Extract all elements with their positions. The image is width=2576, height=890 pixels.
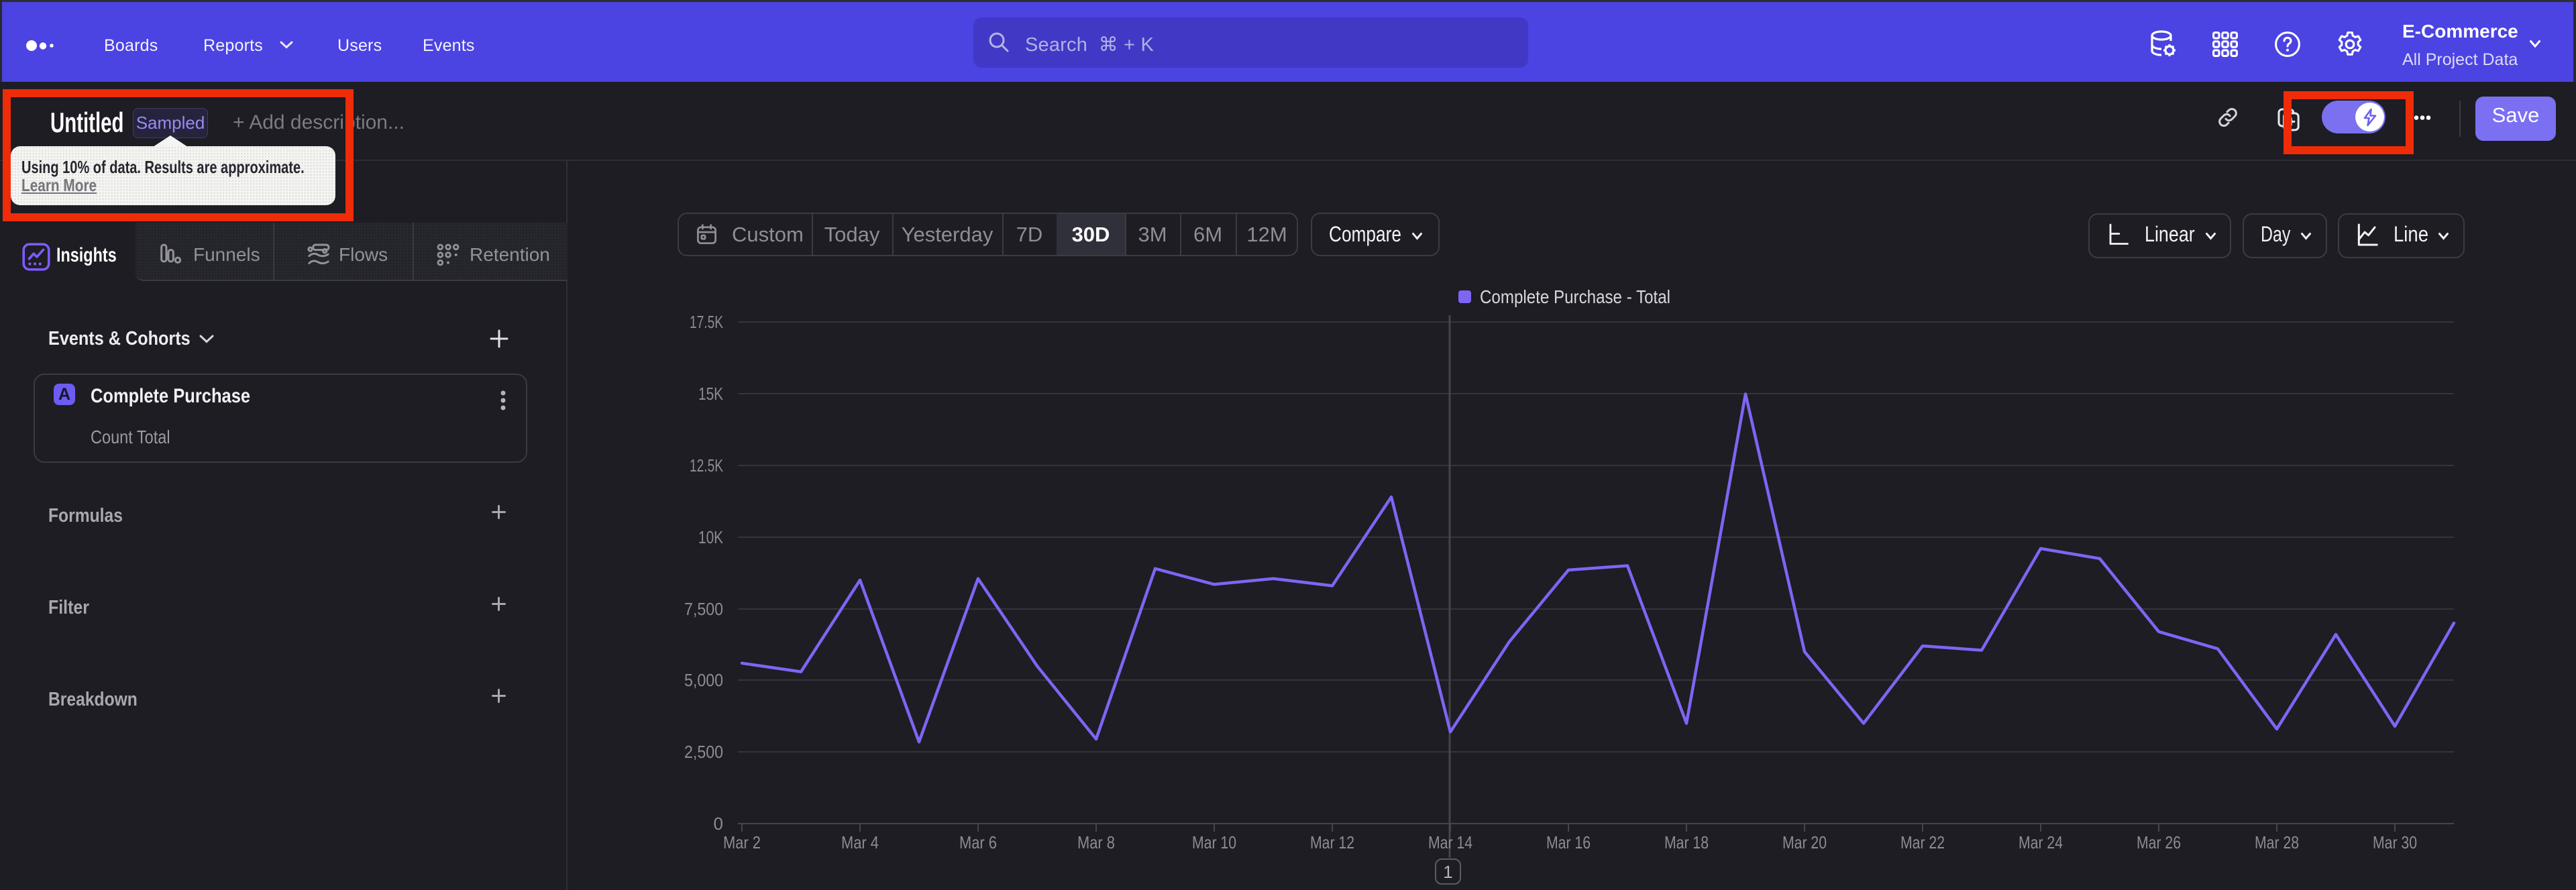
svg-text:Mar 4: Mar 4 — [841, 832, 879, 852]
svg-text:15K: 15K — [698, 384, 724, 404]
svg-text:7,500: 7,500 — [684, 599, 723, 619]
svg-text:Mar 26: Mar 26 — [2137, 832, 2181, 852]
svg-text:Complete Purchase - Total: Complete Purchase - Total — [1480, 286, 1670, 307]
svg-text:Mar 2: Mar 2 — [723, 832, 761, 852]
svg-text:Mar 18: Mar 18 — [1664, 832, 1709, 852]
svg-text:Mar 8: Mar 8 — [1077, 832, 1115, 852]
svg-text:Mar 22: Mar 22 — [1900, 832, 1945, 852]
svg-text:Mar 10: Mar 10 — [1192, 832, 1236, 852]
svg-text:0: 0 — [714, 814, 723, 834]
svg-text:Mar 16: Mar 16 — [1546, 832, 1591, 852]
svg-text:10K: 10K — [698, 527, 724, 547]
svg-text:2,500: 2,500 — [684, 742, 723, 762]
svg-text:Mar 24: Mar 24 — [2019, 832, 2063, 852]
svg-text:17.5K: 17.5K — [690, 312, 723, 332]
svg-text:Mar 6: Mar 6 — [959, 832, 997, 852]
svg-text:12.5K: 12.5K — [690, 455, 723, 476]
svg-text:Mar 30: Mar 30 — [2373, 832, 2417, 852]
svg-text:5,000: 5,000 — [684, 670, 723, 690]
svg-text:Mar 28: Mar 28 — [2255, 832, 2299, 852]
svg-text:1: 1 — [1443, 862, 1452, 882]
svg-text:Mar 20: Mar 20 — [1782, 832, 1827, 852]
svg-text:Mar 12: Mar 12 — [1310, 832, 1354, 852]
svg-text:Mar 14: Mar 14 — [1428, 832, 1472, 852]
